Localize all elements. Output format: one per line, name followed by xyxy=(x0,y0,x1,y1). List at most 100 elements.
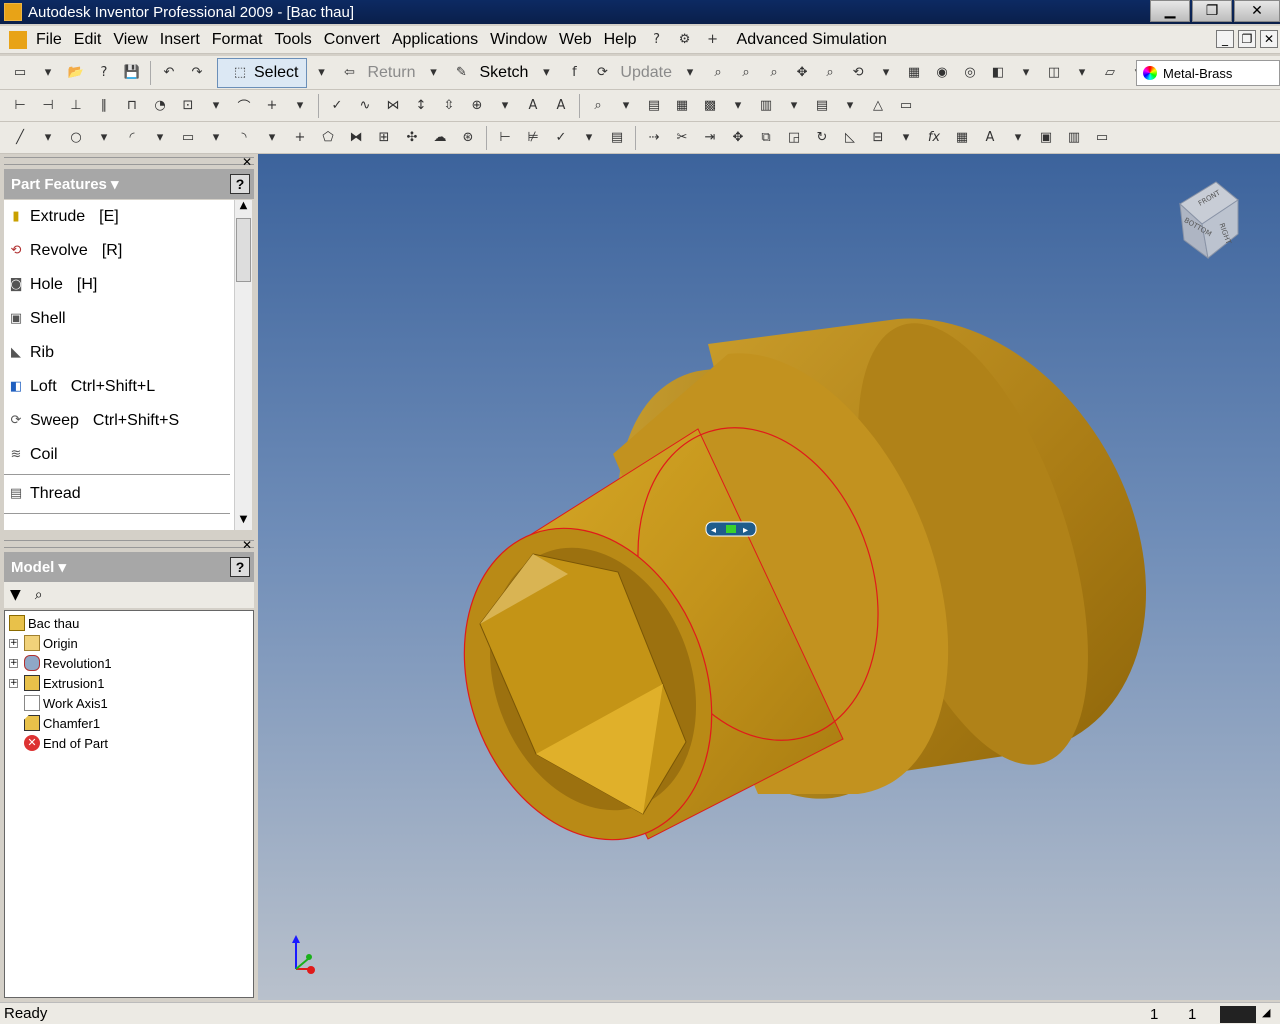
material-dropdown[interactable]: Metal-Brass xyxy=(1136,60,1280,86)
line-dropdown-icon[interactable]: ▾ xyxy=(37,127,59,149)
return-icon[interactable]: ⇦ xyxy=(338,62,360,84)
doc-close-button[interactable]: ✕ xyxy=(1260,30,1278,48)
menu-convert[interactable]: Convert xyxy=(318,31,386,49)
mirror-sketch-icon[interactable]: ⧓ xyxy=(345,127,367,149)
panel-close-icon[interactable]: ✕ xyxy=(242,155,252,169)
inspect-dropdown-icon[interactable]: ▾ xyxy=(615,95,637,117)
doc-minimize-button[interactable]: _ xyxy=(1216,30,1234,48)
plus-icon[interactable]: + xyxy=(702,29,724,51)
rotate-icon[interactable]: ↻ xyxy=(811,127,833,149)
features-scrollbar[interactable]: ▲ ▼ xyxy=(234,200,252,530)
line-icon[interactable]: ╱ xyxy=(9,127,31,149)
parameters-dropdown-icon[interactable]: ▾ xyxy=(839,95,861,117)
advanced-simulation-link[interactable]: Advanced Simulation xyxy=(737,31,887,49)
minimize-button[interactable]: ▁ xyxy=(1150,0,1190,22)
section-icon[interactable]: ▱ xyxy=(1099,62,1121,84)
parameters-table-icon[interactable]: ▤ xyxy=(811,95,833,117)
measure-icon[interactable]: △ xyxy=(867,95,889,117)
function-icon[interactable]: fx xyxy=(923,127,945,149)
horizontal-icon[interactable]: ⊣ xyxy=(37,95,59,117)
filter-icon[interactable]: ▼ xyxy=(10,587,21,603)
viewcube[interactable]: FRONT BOTTOM RIGHT xyxy=(1179,181,1239,260)
arc-icon[interactable]: ◜ xyxy=(121,127,143,149)
scroll-up-icon[interactable]: ▲ xyxy=(235,200,252,216)
orthographic-icon[interactable]: ◫ xyxy=(1043,62,1065,84)
geometry-text-icon[interactable]: A xyxy=(550,95,572,117)
zoom-window-icon[interactable]: ⌕ xyxy=(735,62,757,84)
menu-file[interactable]: File xyxy=(30,31,68,49)
stretch-icon[interactable]: ◲ xyxy=(783,127,805,149)
tree-item-work-axis[interactable]: Work Axis1 xyxy=(5,693,253,713)
mirror-icon[interactable]: ⋈ xyxy=(382,95,404,117)
sketch-point-icon[interactable]: + xyxy=(289,127,311,149)
part-features-header[interactable]: Part Features ▾ ? xyxy=(4,169,254,199)
save-icon[interactable]: 💾 xyxy=(121,62,143,84)
zoom-icon[interactable]: ⌕ xyxy=(763,62,785,84)
hatch-icon[interactable]: ▥ xyxy=(755,95,777,117)
insert-dropdown-icon[interactable]: ▾ xyxy=(895,127,917,149)
restore-button[interactable]: ❐ xyxy=(1192,0,1232,22)
dimension-icon[interactable]: ⊢ xyxy=(9,95,31,117)
point-dropdown-icon[interactable]: ▾ xyxy=(289,95,311,117)
split-icon[interactable]: ⇥ xyxy=(699,127,721,149)
panel-grip[interactable] xyxy=(4,540,254,548)
expand-icon[interactable]: + xyxy=(9,638,18,648)
camera-dropdown-icon[interactable]: ▾ xyxy=(1015,62,1037,84)
arc-dropdown-icon[interactable]: ▾ xyxy=(149,127,171,149)
show-constraints-icon[interactable]: ▤ xyxy=(606,127,628,149)
document-icon[interactable] xyxy=(9,30,27,49)
constraint-dropdown-icon[interactable]: ▾ xyxy=(205,95,227,117)
undo-icon[interactable]: ↶ xyxy=(158,62,180,84)
doc-restore-button[interactable]: ❐ xyxy=(1238,30,1256,48)
menu-tools[interactable]: Tools xyxy=(268,31,317,49)
find-icon[interactable]: ⌕ xyxy=(35,587,43,603)
menu-edit[interactable]: Edit xyxy=(68,31,108,49)
image-insert-icon[interactable]: ▦ xyxy=(951,127,973,149)
feature-loft[interactable]: ◧ Loft Ctrl+Shift+L xyxy=(4,370,234,404)
select-button[interactable]: ⬚ Select xyxy=(217,57,308,88)
polygon-icon[interactable]: ⬠ xyxy=(317,127,339,149)
orthographic-dropdown-icon[interactable]: ▾ xyxy=(1071,62,1093,84)
expand-icon[interactable]: + xyxy=(9,658,18,668)
menu-web[interactable]: Web xyxy=(553,31,598,49)
redo-icon[interactable]: ↷ xyxy=(186,62,208,84)
expand-icon[interactable]: + xyxy=(9,678,18,688)
insert-autocad-icon[interactable]: ⊟ xyxy=(867,127,889,149)
tree-item-part[interactable]: Bac thau xyxy=(5,613,253,633)
look-at-icon[interactable]: ▦ xyxy=(903,62,925,84)
auto-dimension-icon[interactable]: ⊭ xyxy=(522,127,544,149)
new-icon[interactable]: ▭ xyxy=(9,62,31,84)
projects-icon[interactable]: ? xyxy=(93,62,115,84)
pattern-dropdown-icon[interactable]: ▾ xyxy=(727,95,749,117)
grid-icon[interactable]: ▦ xyxy=(671,95,693,117)
panel-close-icon[interactable]: ✕ xyxy=(242,538,252,552)
spline-icon[interactable]: ∿ xyxy=(354,95,376,117)
help-icon[interactable]: ? xyxy=(646,29,668,51)
pattern-icon[interactable]: ▩ xyxy=(699,95,721,117)
feature-hole[interactable]: ◙ Hole [H] xyxy=(4,268,234,302)
picture-icon[interactable]: ▣ xyxy=(1035,127,1057,149)
scroll-down-icon[interactable]: ▼ xyxy=(235,514,252,530)
trim-icon[interactable]: ⇳ xyxy=(438,95,460,117)
points-import-icon[interactable]: ▥ xyxy=(1063,127,1085,149)
tangent-icon[interactable]: ◔ xyxy=(149,95,171,117)
menu-format[interactable]: Format xyxy=(206,31,269,49)
check-icon[interactable]: ✓ xyxy=(326,95,348,117)
feature-sweep[interactable]: ⟳ Sweep Ctrl+Shift+S xyxy=(4,404,234,438)
circle-dropdown-icon[interactable]: ▾ xyxy=(93,127,115,149)
constraint-check-dropdown-icon[interactable]: ▾ xyxy=(578,127,600,149)
parallel-icon[interactable]: ∥ xyxy=(93,95,115,117)
tree-item-revolution[interactable]: + Revolution1 xyxy=(5,653,253,673)
tree-item-origin[interactable]: + Origin xyxy=(5,633,253,653)
menu-help[interactable]: Help xyxy=(598,31,643,49)
pan-icon[interactable]: ✥ xyxy=(791,62,813,84)
inventor-app-icon[interactable] xyxy=(4,3,22,21)
rectangle-dropdown-icon[interactable]: ▾ xyxy=(205,127,227,149)
hatch-dropdown-icon[interactable]: ▾ xyxy=(783,95,805,117)
shadow-icon[interactable]: ◎ xyxy=(959,62,981,84)
inspect-icon[interactable]: ⌕ xyxy=(587,95,609,117)
shaded-display-icon[interactable]: ◉ xyxy=(931,62,953,84)
close-button[interactable]: ✕ xyxy=(1234,0,1280,22)
offset-sketch-icon[interactable]: ☁ xyxy=(429,127,451,149)
resize-grip-icon[interactable]: ◢ xyxy=(1262,1006,1270,1019)
